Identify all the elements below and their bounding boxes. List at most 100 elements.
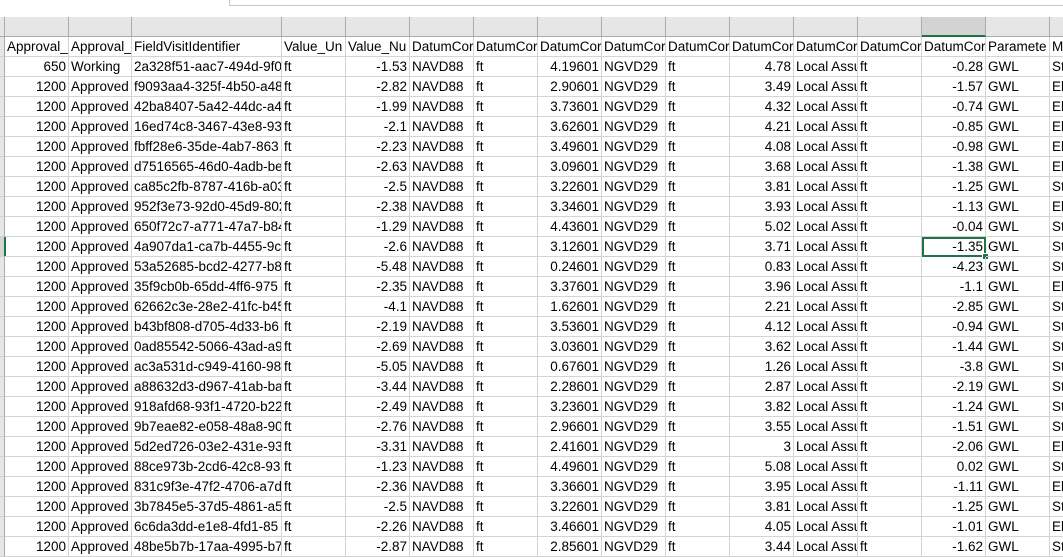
cell[interactable]: 16ed74c8-3467-43e8-93 (132, 117, 282, 137)
cell[interactable]: GWL (986, 77, 1050, 97)
cell[interactable]: 3.44 (730, 537, 794, 557)
cell[interactable]: 2.96601 (538, 417, 602, 437)
cell[interactable]: Approved (69, 377, 132, 397)
cell[interactable]: Approved (69, 77, 132, 97)
cell[interactable]: 9b7eae82-e058-48a8-90 (132, 417, 282, 437)
cell[interactable]: NGVD29 (602, 477, 666, 497)
cell[interactable]: DatumCor (922, 37, 986, 57)
cell[interactable]: NAVD88 (410, 397, 474, 417)
cell[interactable]: NGVD29 (602, 377, 666, 397)
cell[interactable]: El (1050, 137, 1063, 157)
cell[interactable]: NAVD88 (410, 357, 474, 377)
cell[interactable]: 53a52685-bcd2-4277-b8 (132, 257, 282, 277)
cell[interactable]: 1200 (5, 237, 69, 257)
cell[interactable]: Approved (69, 97, 132, 117)
cell[interactable]: NGVD29 (602, 497, 666, 517)
cell[interactable]: -2.23 (346, 137, 410, 157)
cell[interactable]: 4.05 (730, 517, 794, 537)
cell[interactable]: ft (858, 417, 922, 437)
cell[interactable]: DatumCor (474, 37, 538, 57)
cell[interactable]: 1200 (5, 437, 69, 457)
cell[interactable]: GWL (986, 297, 1050, 317)
column-header-e[interactable] (346, 17, 410, 37)
cell[interactable]: GWL (986, 377, 1050, 397)
cell[interactable]: Local Assu (794, 277, 858, 297)
cell[interactable]: ft (858, 117, 922, 137)
cell[interactable]: 3.37601 (538, 277, 602, 297)
cell[interactable]: NAVD88 (410, 237, 474, 257)
cell[interactable]: -2.82 (346, 77, 410, 97)
cell[interactable]: ft (666, 397, 730, 417)
formula-bar[interactable] (229, 0, 1063, 6)
cell[interactable]: GWL (986, 357, 1050, 377)
cell[interactable]: 1200 (5, 117, 69, 137)
cell[interactable]: St (1050, 397, 1063, 417)
cell[interactable]: ft (282, 337, 346, 357)
cell[interactable]: NAVD88 (410, 157, 474, 177)
cell[interactable]: ft (858, 277, 922, 297)
cell[interactable]: GWL (986, 477, 1050, 497)
cell[interactable]: ft (666, 477, 730, 497)
cell[interactable]: -3.44 (346, 377, 410, 397)
cell[interactable]: Local Assu (794, 57, 858, 77)
cell[interactable]: ft (474, 217, 538, 237)
cell[interactable]: NGVD29 (602, 57, 666, 77)
cell[interactable]: Local Assu (794, 477, 858, 497)
cell[interactable]: ca85c2fb-8787-416b-a03 (132, 177, 282, 197)
cell[interactable]: ft (666, 537, 730, 557)
cell[interactable]: ft (666, 137, 730, 157)
cell[interactable]: ft (666, 97, 730, 117)
cell[interactable]: ft (474, 297, 538, 317)
cell[interactable]: 4.08 (730, 137, 794, 157)
cell[interactable]: ft (474, 97, 538, 117)
cell[interactable]: 6c6da3dd-e1e8-4fd1-85 (132, 517, 282, 537)
cell[interactable]: Approved (69, 497, 132, 517)
cell[interactable]: NGVD29 (602, 137, 666, 157)
cell[interactable]: -3.31 (346, 437, 410, 457)
cell[interactable]: -1.99 (346, 97, 410, 117)
cell[interactable]: El (1050, 477, 1063, 497)
cell[interactable]: ft (858, 217, 922, 237)
cell[interactable]: Working (69, 57, 132, 77)
cell[interactable]: GWL (986, 217, 1050, 237)
cell[interactable]: NAVD88 (410, 177, 474, 197)
cell[interactable]: NAVD88 (410, 57, 474, 77)
cell[interactable]: 3.36601 (538, 477, 602, 497)
cell[interactable]: -1.53 (346, 57, 410, 77)
cell[interactable]: NAVD88 (410, 537, 474, 557)
cell[interactable]: NGVD29 (602, 97, 666, 117)
cell[interactable]: St (1050, 417, 1063, 437)
column-header-c[interactable] (132, 17, 282, 37)
cell[interactable]: ft (858, 257, 922, 277)
cell[interactable]: NGVD29 (602, 357, 666, 377)
cell[interactable]: St (1050, 317, 1063, 337)
column-header-j[interactable] (666, 17, 730, 37)
cell[interactable]: 3.22601 (538, 177, 602, 197)
cell[interactable]: -1.23 (346, 457, 410, 477)
cell[interactable]: ft (666, 157, 730, 177)
cell[interactable]: DatumCor (410, 37, 474, 57)
cell[interactable]: 1200 (5, 397, 69, 417)
cell[interactable]: DatumCor (602, 37, 666, 57)
cell[interactable]: Approved (69, 437, 132, 457)
cell[interactable]: ft (474, 437, 538, 457)
cell[interactable]: 5d2ed726-03e2-431e-93 (132, 437, 282, 457)
cell[interactable]: 3.49 (730, 77, 794, 97)
cell[interactable]: 3.46601 (538, 517, 602, 537)
cell[interactable]: ft (474, 377, 538, 397)
cell[interactable]: Approved (69, 197, 132, 217)
cell[interactable]: ft (474, 457, 538, 477)
column-header-o[interactable] (986, 17, 1050, 37)
cell[interactable]: Approved (69, 537, 132, 557)
cell[interactable]: Approved (69, 517, 132, 537)
cell[interactable]: 1200 (5, 377, 69, 397)
cell[interactable]: ft (474, 197, 538, 217)
cell[interactable]: -2.63 (346, 157, 410, 177)
cell[interactable]: NGVD29 (602, 117, 666, 137)
cell[interactable]: 1200 (5, 97, 69, 117)
cell[interactable]: 42ba8407-5a42-44dc-a41 (132, 97, 282, 117)
cell[interactable]: 1.26 (730, 357, 794, 377)
cell[interactable]: ft (858, 57, 922, 77)
cell[interactable]: ft (282, 297, 346, 317)
cell[interactable]: 5.08 (730, 457, 794, 477)
